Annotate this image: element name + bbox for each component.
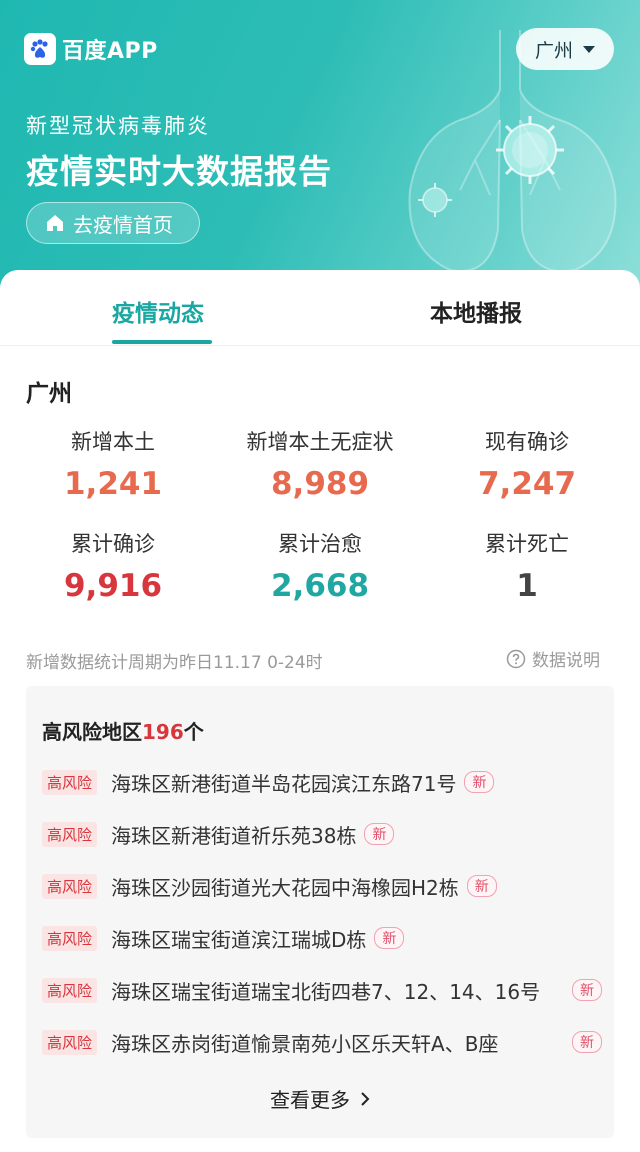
data-explanation-label: 数据说明 [532,651,600,671]
risk-area-address: 海珠区赤岗街道愉景南苑小区乐天轩A、B座 [111,1031,499,1056]
stat-label: 累计死亡 [485,532,569,556]
new-badge: 新 [572,979,602,1001]
stat-value: 8,989 [270,466,370,502]
main-card: 疫情动态 本地播报 广州 新增本土 1,241 新增本土无症状 8,989 现有… [0,270,640,1152]
page-title: 疫情实时大数据报告 [26,152,332,191]
risk-count-unit: 个 [183,720,204,744]
active-tab-indicator [112,340,212,344]
tab-epidemic-news[interactable]: 疫情动态 [112,294,204,328]
new-badge: 新 [466,875,497,897]
view-more-label: 查看更多 [270,1088,350,1112]
risk-area-address: 海珠区瑞宝街道滨江瑞城D栋 [111,927,367,952]
high-risk-tag: 高风险 [42,821,98,847]
page-subtitle: 新型冠状病毒肺炎 [26,114,210,138]
risk-area-item[interactable]: 高风险 海珠区新港街道祈乐苑38栋 新 [42,814,602,854]
risk-area-item[interactable]: 高风险 海珠区瑞宝街道滨江瑞城D栋 新 [42,918,602,958]
new-badge: 新 [464,771,495,793]
risk-area-address: 海珠区沙园街道光大花园中海橡园H2栋 [111,875,459,900]
risk-area-item[interactable]: 高风险 海珠区赤岗街道愉景南苑小区乐天轩A、B座 新 [42,1022,602,1062]
baidu-paw-icon [24,33,56,65]
tab-bar: 疫情动态 本地播报 [0,270,640,346]
stat-total-confirmed: 累计确诊 9,916 [13,528,213,604]
high-risk-areas-panel: 高风险地区196个 高风险 海珠区新港街道半岛花园滨江东路71号 新 高风险 海… [26,686,614,1138]
high-risk-tag: 高风险 [42,977,98,1003]
baidu-logo: 百度APP [24,32,158,66]
header-banner: 百度APP 广州 新型冠状病毒肺炎 疫情实时大数据报告 去疫情首页 [0,0,640,300]
new-badge: 新 [364,823,395,845]
stat-label: 新增本土无症状 [246,430,394,454]
high-risk-tag: 高风险 [42,925,98,951]
stat-new-local: 新增本土 1,241 [13,426,213,502]
virus-icon [496,116,564,184]
region-name: 广州 [26,381,72,407]
tab-local-report[interactable]: 本地播报 [430,294,522,328]
risk-area-address: 海珠区新港街道半岛花园滨江东路71号 [111,771,457,796]
risk-count: 196 [142,720,184,744]
app-name: 百度APP [62,39,158,64]
risk-areas-heading: 高风险地区196个 [42,716,204,745]
stat-value: 1 [516,568,538,604]
stat-value: 2,668 [270,568,370,604]
stat-total-deaths: 累计死亡 1 [427,528,627,604]
stat-new-asymptomatic: 新增本土无症状 8,989 [220,426,420,502]
stat-current-confirmed: 现有确诊 7,247 [427,426,627,502]
stats-period-note: 新增数据统计周期为昨日11.17 0-24时 [26,653,323,673]
risk-area-address: 海珠区瑞宝街道瑞宝北街四巷7、12、14、16号 [111,979,541,1004]
risk-area-address: 海珠区新港街道祈乐苑38栋 [111,823,357,848]
caret-down-icon [583,45,595,53]
stat-label: 新增本土 [71,430,155,454]
risk-area-item[interactable]: 高风险 海珠区新港街道半岛花园滨江东路71号 新 [42,762,602,802]
go-home-button[interactable]: 去疫情首页 [26,202,200,244]
chevron-right-icon [361,1091,370,1106]
view-more-button[interactable]: 查看更多 [26,1084,614,1113]
stat-total-recovered: 累计治愈 2,668 [220,528,420,604]
stat-value: 7,247 [477,466,577,502]
risk-area-item[interactable]: 高风险 海珠区沙园街道光大花园中海橡园H2栋 新 [42,866,602,906]
stat-value: 1,241 [63,466,163,502]
new-badge: 新 [572,1031,602,1053]
high-risk-tag: 高风险 [42,1029,98,1055]
risk-title-text: 高风险地区 [42,720,142,744]
high-risk-tag: 高风险 [42,873,98,899]
go-home-label: 去疫情首页 [73,212,173,237]
stat-label: 累计确诊 [71,532,155,556]
data-explanation-link[interactable]: 数据说明 [506,646,600,671]
home-icon [47,215,63,231]
risk-area-item[interactable]: 高风险 海珠区瑞宝街道瑞宝北街四巷7、12、14、16号 新 [42,970,602,1010]
high-risk-tag: 高风险 [42,769,98,795]
stat-value: 9,916 [63,568,163,604]
stat-label: 现有确诊 [485,430,569,454]
help-circle-icon [506,649,526,668]
stat-label: 累计治愈 [278,532,362,556]
new-badge: 新 [374,927,405,949]
city-label: 广州 [534,39,573,62]
city-selector[interactable]: 广州 [516,28,614,70]
